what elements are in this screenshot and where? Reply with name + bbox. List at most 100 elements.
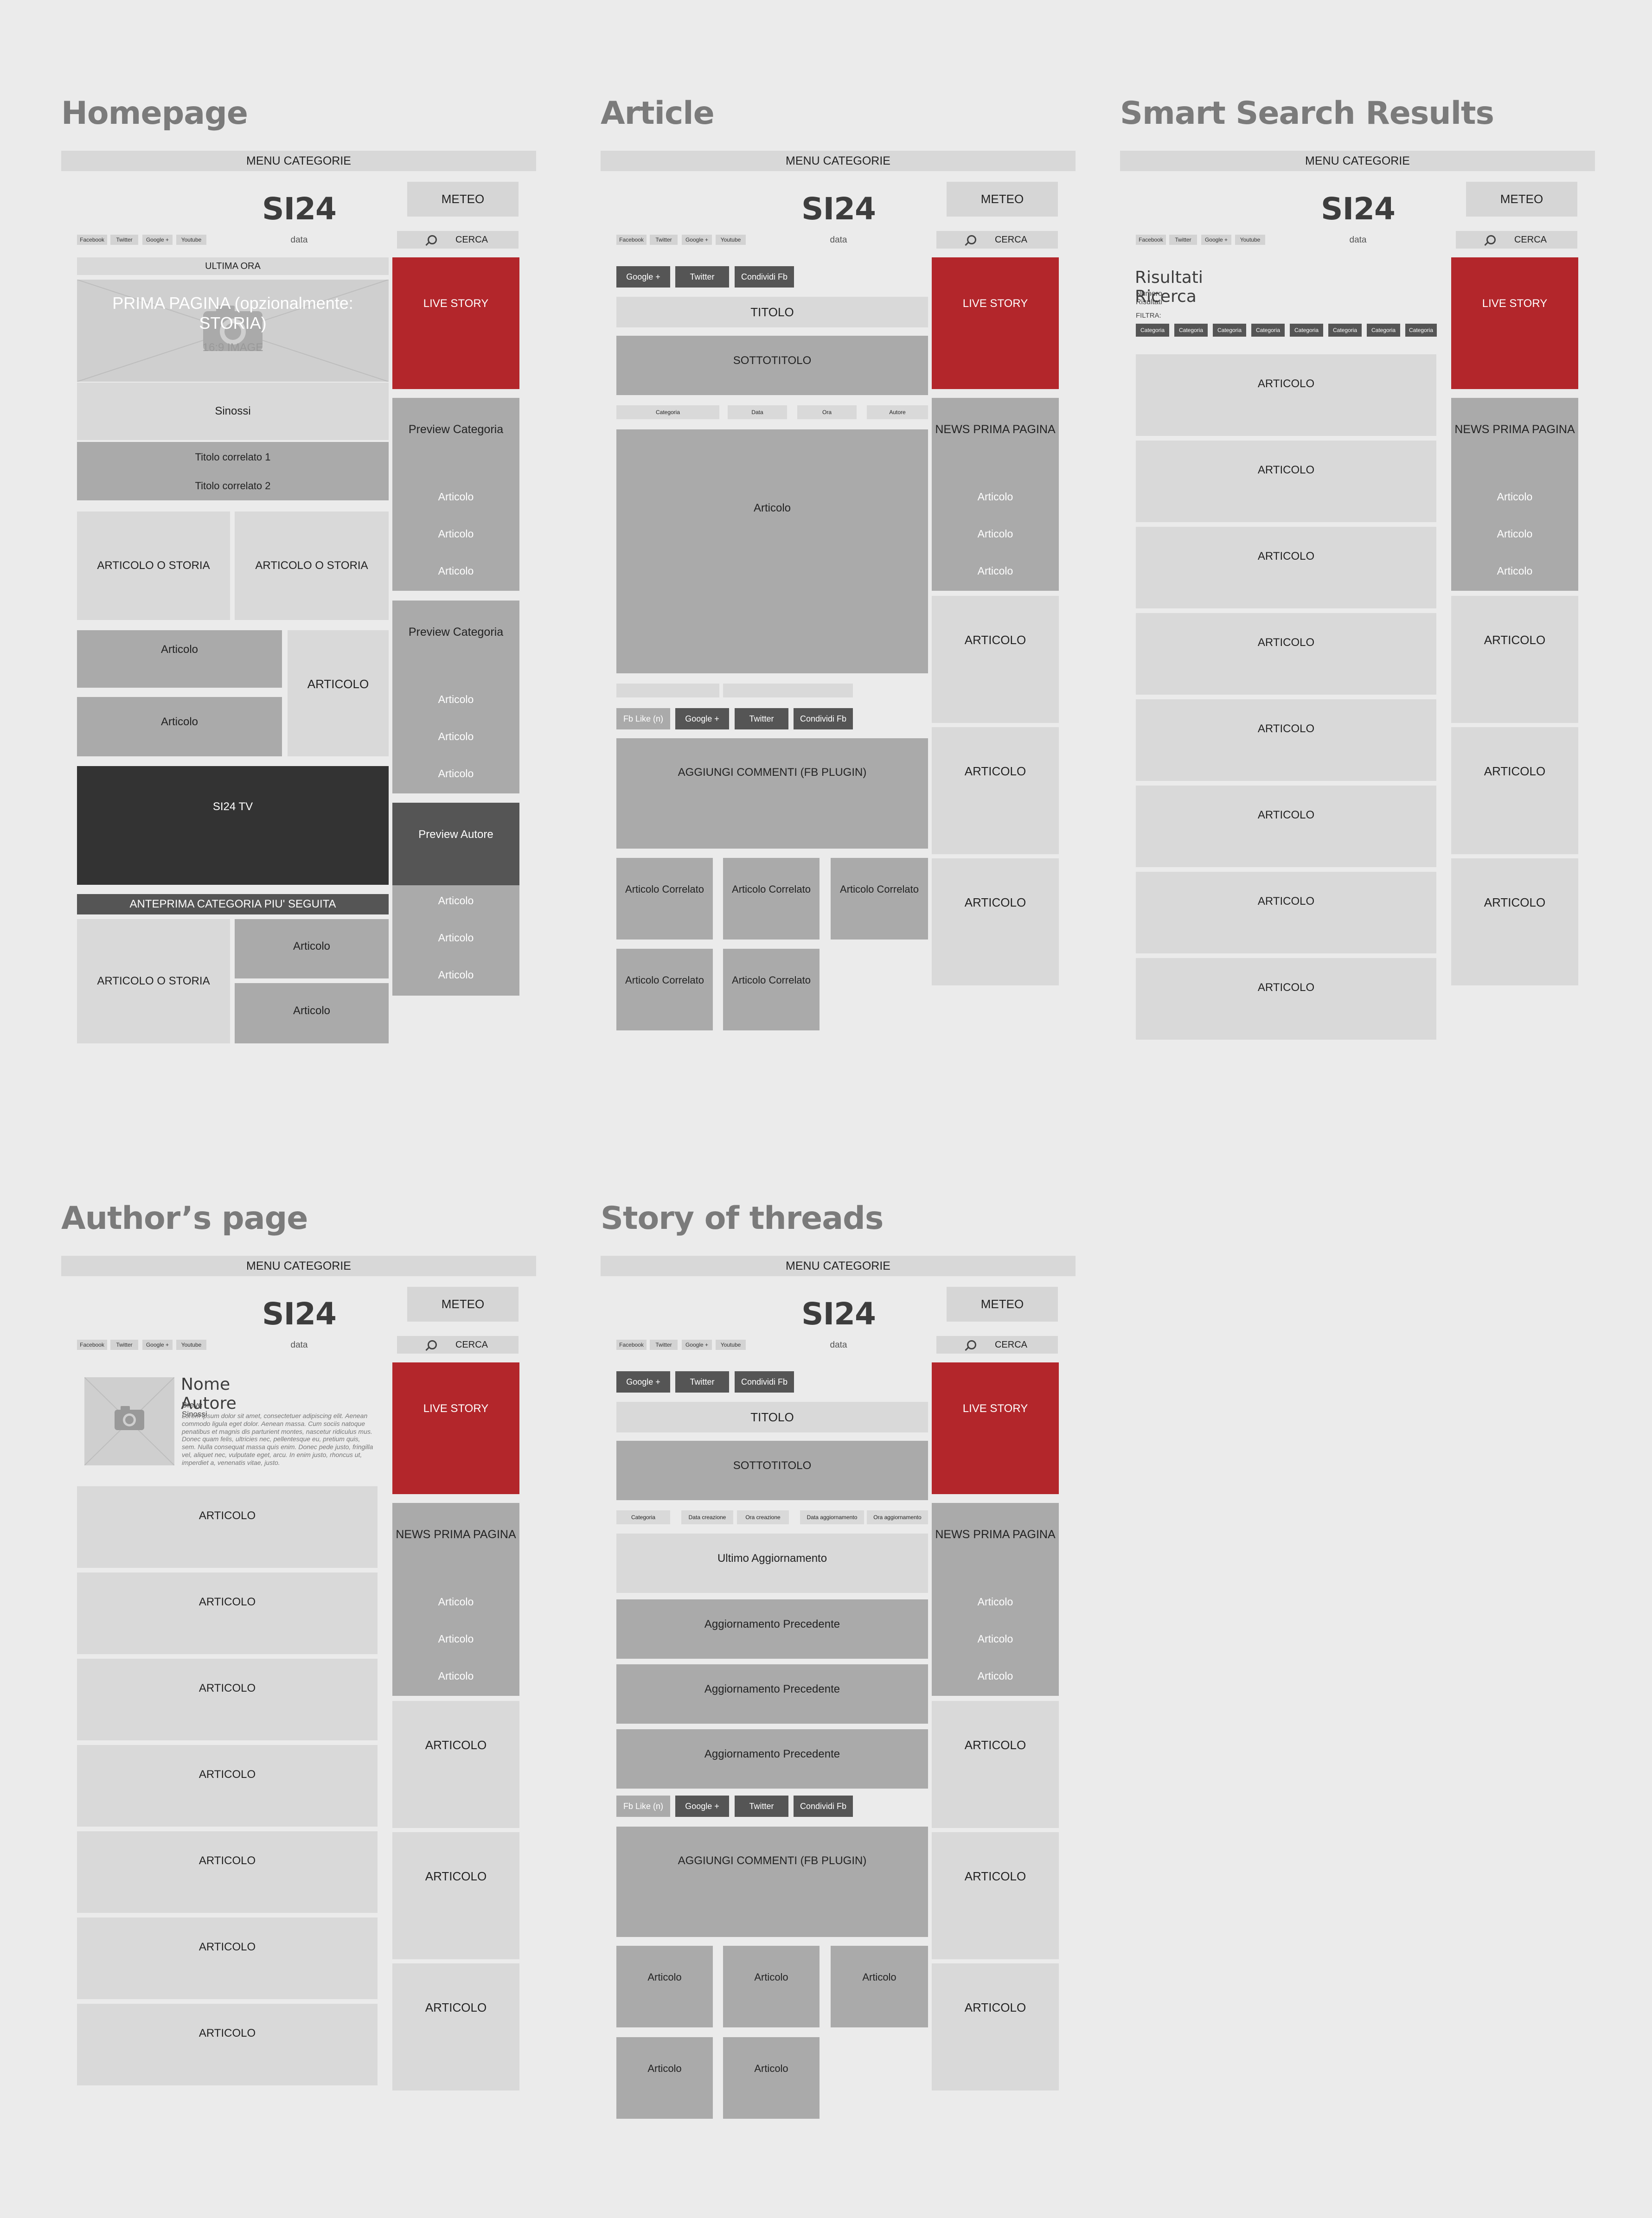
twitter-link[interactable]: Twitter (110, 1340, 138, 1350)
ultimo-aggiornamento[interactable]: Ultimo Aggiornamento (616, 1534, 928, 1593)
filter-tag[interactable]: Categoria (1136, 324, 1169, 337)
result-articolo[interactable]: ARTICOLO (1136, 958, 1436, 1040)
fb-like-button[interactable]: Fb Like (n) (616, 1796, 670, 1817)
filter-tag[interactable]: Categoria (1174, 324, 1208, 337)
news-prima-pagina-block[interactable]: NEWS PRIMA PAGINA Articolo Articolo Arti… (1451, 398, 1578, 591)
thread-articolo[interactable]: Articolo (616, 1946, 713, 2027)
author-articolo[interactable]: ARTICOLO (77, 2004, 378, 2085)
news-articolo[interactable]: Articolo (1451, 565, 1578, 577)
news-articolo[interactable]: Articolo (932, 565, 1059, 577)
facebook-link[interactable]: Facebook (616, 235, 647, 245)
si24-tv-block[interactable]: SI24 TV (77, 766, 389, 885)
menu-categorie[interactable]: MENU CATEGORIE (601, 1256, 1076, 1276)
preview-articolo[interactable]: Articolo (392, 528, 519, 540)
search-button[interactable]: CERCA (936, 231, 1058, 249)
google-plus-share-button[interactable]: Google + (675, 708, 729, 729)
sidebar-articolo[interactable]: ARTICOLO (1451, 596, 1578, 723)
preview-articolo[interactable]: Articolo (392, 565, 519, 577)
author-articolo[interactable]: ARTICOLO (77, 1918, 378, 1999)
news-articolo[interactable]: Articolo (932, 491, 1059, 503)
preview-articolo[interactable]: Articolo (392, 969, 519, 981)
facebook-link[interactable]: Facebook (77, 235, 107, 245)
preview-articolo[interactable]: Articolo (392, 730, 519, 743)
filter-tag[interactable]: Categoria (1251, 324, 1285, 337)
aggiornamento-precedente[interactable]: Aggiornamento Precedente (616, 1664, 928, 1724)
condividi-fb-button[interactable]: Condividi Fb (794, 708, 853, 729)
sidebar-articolo[interactable]: ARTICOLO (932, 1701, 1059, 1828)
youtube-link[interactable]: Youtube (716, 1340, 746, 1350)
search-button[interactable]: CERCA (397, 1336, 519, 1354)
preview-categoria-block[interactable]: Preview Categoria Articolo Articolo Arti… (392, 601, 519, 793)
news-prima-pagina-block[interactable]: NEWS PRIMA PAGINA Articolo Articolo Arti… (392, 1503, 519, 1696)
meteo-widget[interactable]: METEO (947, 182, 1058, 217)
twitter-link[interactable]: Twitter (650, 235, 678, 245)
author-articolo[interactable]: ARTICOLO (77, 1486, 378, 1568)
youtube-link[interactable]: Youtube (716, 235, 746, 245)
aggiungi-commenti-plugin[interactable]: AGGIUNGI COMMENTI (FB PLUGIN) (616, 1827, 928, 1937)
meta-categoria[interactable]: Categoria (616, 1510, 670, 1524)
twitter-share-button[interactable]: Twitter (735, 1796, 788, 1817)
google-plus-link[interactable]: Google + (682, 235, 712, 245)
articolo-o-storia-2[interactable]: ARTICOLO O STORIA (235, 511, 389, 620)
prima-pagina-hero[interactable]: PRIMA PAGINA (opzionalmente: STORIA) 16:… (77, 280, 389, 382)
twitter-link[interactable]: Twitter (650, 1340, 678, 1350)
menu-categorie[interactable]: MENU CATEGORIE (1120, 151, 1595, 171)
news-articolo[interactable]: Articolo (932, 1670, 1059, 1682)
articolo-feature[interactable]: ARTICOLO (288, 630, 389, 756)
twitter-link[interactable]: Twitter (1169, 235, 1197, 245)
news-articolo[interactable]: Articolo (392, 1633, 519, 1645)
preview-articolo[interactable]: Articolo (392, 932, 519, 944)
logo[interactable]: SI24 (785, 1293, 892, 1335)
news-articolo[interactable]: Articolo (392, 1596, 519, 1608)
articolo-card[interactable]: Articolo (235, 919, 389, 978)
aggiornamento-precedente[interactable]: Aggiornamento Precedente (616, 1729, 928, 1789)
articolo-o-storia-3[interactable]: ARTICOLO O STORIA (77, 919, 230, 1043)
youtube-link[interactable]: Youtube (1235, 235, 1265, 245)
sidebar-articolo[interactable]: ARTICOLO (1451, 727, 1578, 854)
preview-articolo[interactable]: Articolo (392, 767, 519, 780)
sidebar-articolo[interactable]: ARTICOLO (932, 1963, 1059, 2090)
youtube-link[interactable]: Youtube (176, 1340, 206, 1350)
facebook-link[interactable]: Facebook (616, 1340, 647, 1350)
google-plus-share-button[interactable]: Google + (675, 1796, 729, 1817)
search-button[interactable]: CERCA (397, 231, 519, 249)
articolo-correlato[interactable]: Articolo Correlato (723, 949, 820, 1030)
news-prima-pagina-block[interactable]: NEWS PRIMA PAGINA Articolo Articolo Arti… (932, 1503, 1059, 1696)
result-articolo[interactable]: ARTICOLO (1136, 441, 1436, 522)
articolo-correlato[interactable]: Articolo Correlato (616, 858, 713, 940)
logo[interactable]: SI24 (1305, 188, 1411, 230)
search-button[interactable]: CERCA (1456, 231, 1577, 249)
google-plus-share-button[interactable]: Google + (616, 266, 670, 288)
articolo-o-storia-1[interactable]: ARTICOLO O STORIA (77, 511, 230, 620)
condividi-fb-button[interactable]: Condividi Fb (735, 1371, 794, 1393)
sidebar-articolo[interactable]: ARTICOLO (392, 1701, 519, 1828)
condividi-fb-button[interactable]: Condividi Fb (735, 266, 794, 288)
result-articolo[interactable]: ARTICOLO (1136, 786, 1436, 867)
articolo-card[interactable]: Articolo (77, 697, 282, 756)
news-articolo[interactable]: Articolo (932, 528, 1059, 540)
news-articolo[interactable]: Articolo (932, 1633, 1059, 1645)
logo[interactable]: SI24 (246, 188, 352, 230)
thread-articolo[interactable]: Articolo (723, 1946, 820, 2027)
google-plus-link[interactable]: Google + (142, 1340, 173, 1350)
sidebar-articolo[interactable]: ARTICOLO (392, 1963, 519, 2090)
facebook-link[interactable]: Facebook (77, 1340, 107, 1350)
filter-tag[interactable]: Categoria (1367, 324, 1400, 337)
preview-categoria-block[interactable]: Preview Categoria Articolo Articolo Arti… (392, 398, 519, 591)
condividi-fb-button[interactable]: Condividi Fb (794, 1796, 853, 1817)
preview-articolo[interactable]: Articolo (392, 895, 519, 907)
aggiungi-commenti-plugin[interactable]: AGGIUNGI COMMENTI (FB PLUGIN) (616, 738, 928, 849)
preview-articolo[interactable]: Articolo (392, 693, 519, 706)
thread-articolo[interactable]: Articolo (723, 2037, 820, 2119)
sidebar-articolo[interactable]: ARTICOLO (392, 1832, 519, 1959)
twitter-share-button[interactable]: Twitter (735, 708, 788, 729)
google-plus-link[interactable]: Google + (142, 235, 173, 245)
articolo-correlato[interactable]: Articolo Correlato (831, 858, 928, 940)
search-button[interactable]: CERCA (936, 1336, 1058, 1354)
live-story-block[interactable]: LIVE STORY (932, 1362, 1059, 1494)
preview-autore-header[interactable]: Preview Autore (392, 803, 519, 885)
sidebar-articolo[interactable]: ARTICOLO (1451, 858, 1578, 985)
aggiornamento-precedente[interactable]: Aggiornamento Precedente (616, 1599, 928, 1659)
filter-tag[interactable]: Categoria (1213, 324, 1246, 337)
news-articolo[interactable]: Articolo (1451, 491, 1578, 503)
